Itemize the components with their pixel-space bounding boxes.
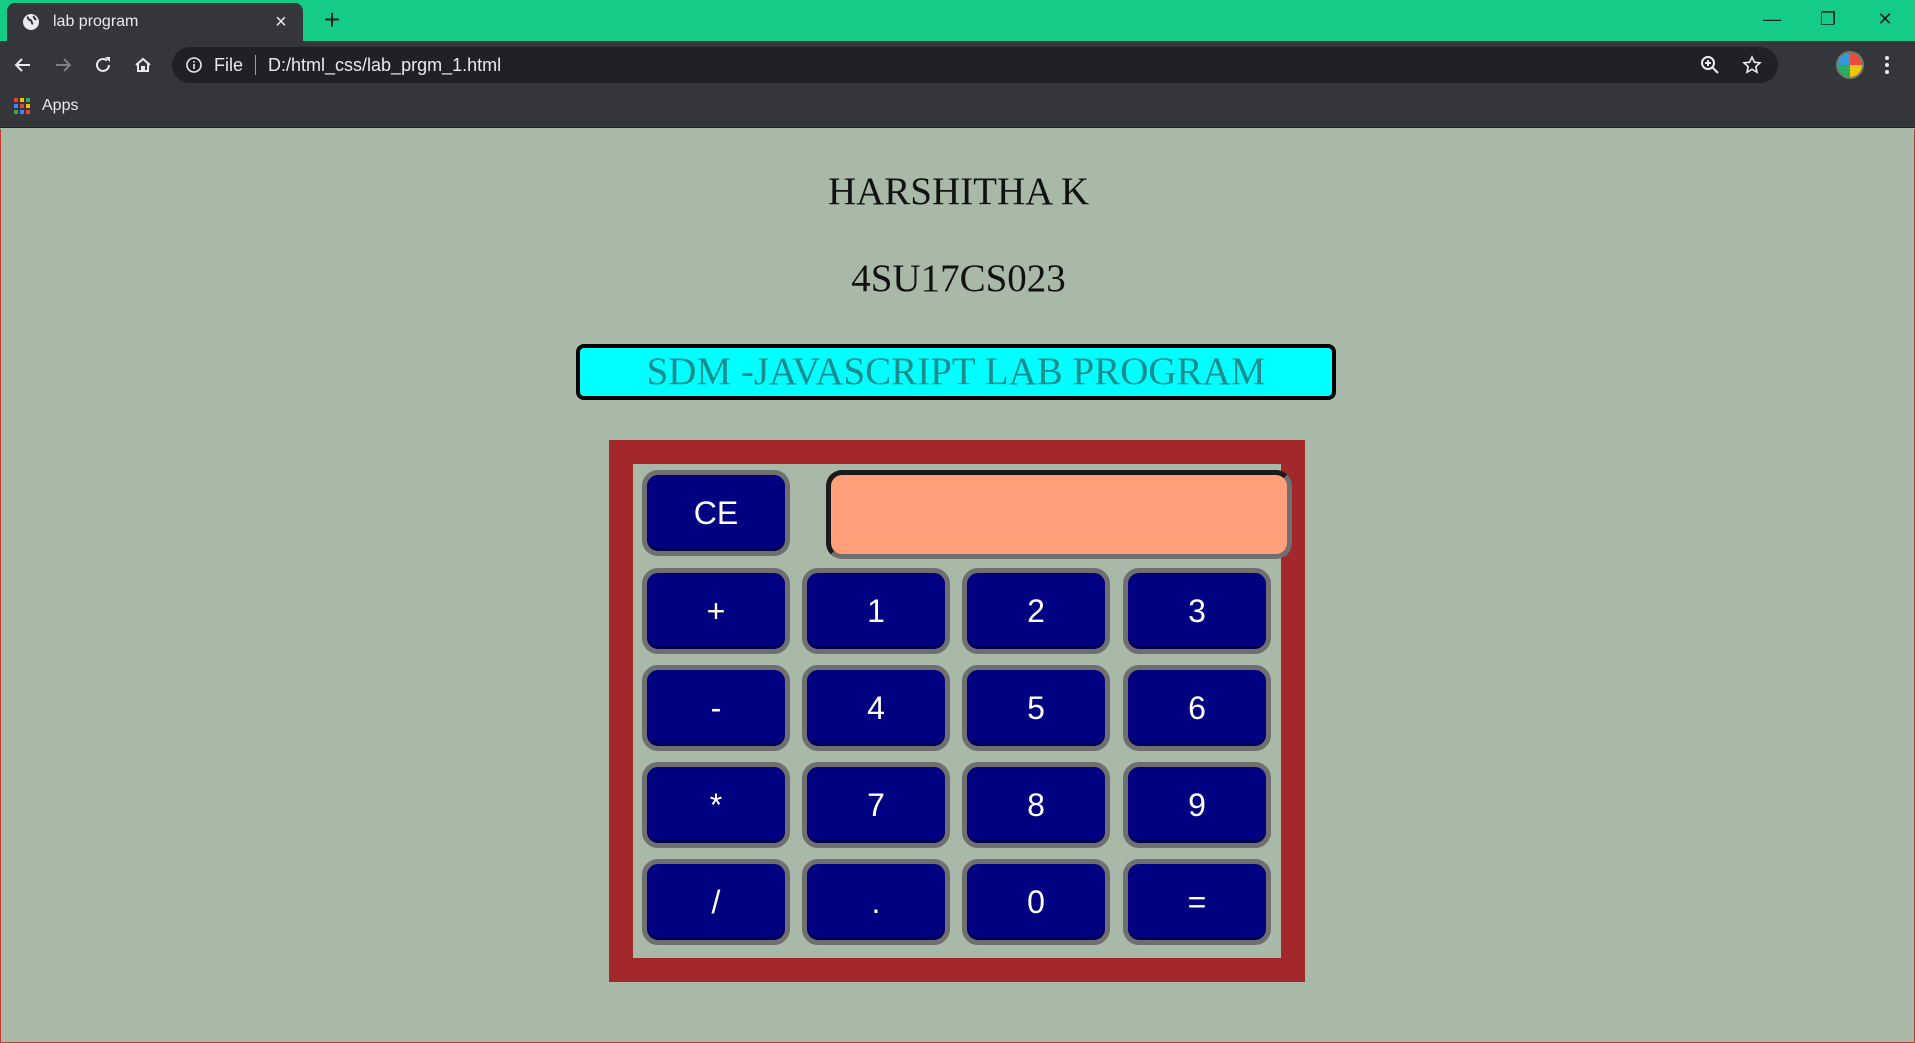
digit-4-button[interactable]: 4 — [802, 665, 950, 751]
apps-dot — [20, 110, 24, 114]
decimal-point-button[interactable]: . — [802, 859, 950, 945]
close-window-button[interactable]: ✕ — [1857, 0, 1913, 38]
apps-dot — [20, 98, 24, 102]
zoom-icon[interactable] — [1700, 55, 1720, 75]
digit-3-button[interactable]: 3 — [1123, 568, 1271, 654]
student-usn: 4SU17CS023 — [851, 257, 1066, 300]
apps-dot — [20, 104, 24, 108]
apps-dot — [26, 104, 30, 108]
apps-grid-icon — [14, 98, 30, 114]
digit-2-button[interactable]: 2 — [962, 568, 1110, 654]
back-arrow-icon[interactable] — [8, 50, 38, 80]
home-icon[interactable] — [128, 50, 158, 80]
apps-dot — [14, 98, 18, 102]
tab-title: lab program — [53, 13, 139, 30]
tab-close-icon[interactable]: × — [269, 10, 293, 34]
browser-titlebar: lab program × + — ❐ ✕ — [0, 0, 1915, 41]
digit-5-button[interactable]: 5 — [962, 665, 1110, 751]
equals-button[interactable]: = — [1123, 859, 1271, 945]
apps-label: Apps — [42, 97, 79, 114]
page-content: HARSHITHA K 4SU17CS023 SDM -JAVASCRIPT L… — [0, 129, 1915, 1043]
browser-toolbar: File D:/html_css/lab_prgm_1.html — [0, 41, 1915, 88]
clear-button[interactable]: CE — [642, 470, 790, 556]
digit-9-button[interactable]: 9 — [1123, 762, 1271, 848]
profile-avatar[interactable] — [1836, 51, 1864, 79]
digit-6-button[interactable]: 6 — [1123, 665, 1271, 751]
address-separator — [255, 55, 257, 75]
globe-icon — [21, 12, 41, 32]
address-url[interactable]: D:/html_css/lab_prgm_1.html — [268, 55, 1700, 76]
apps-dot — [26, 98, 30, 102]
plus-button[interactable]: + — [642, 568, 790, 654]
program-banner: SDM -JAVASCRIPT LAB PROGRAM — [576, 344, 1336, 400]
minimize-button[interactable]: — — [1744, 0, 1800, 38]
address-bar[interactable]: File D:/html_css/lab_prgm_1.html — [172, 47, 1778, 83]
apps-shortcut[interactable]: Apps — [14, 97, 78, 115]
restore-button[interactable]: ❐ — [1800, 0, 1856, 38]
digit-8-button[interactable]: 8 — [962, 762, 1110, 848]
student-name: HARSHITHA K — [827, 170, 1090, 213]
apps-dot — [26, 110, 30, 114]
address-scheme: File — [214, 54, 244, 75]
browser-tab[interactable]: lab program × — [7, 3, 303, 41]
minus-button[interactable]: - — [642, 665, 790, 751]
star-icon[interactable] — [1742, 55, 1762, 75]
digit-0-button[interactable]: 0 — [962, 859, 1110, 945]
menu-dots-icon[interactable] — [1872, 50, 1902, 80]
calculator-display[interactable] — [826, 470, 1292, 559]
calculator-grid: CE + 1 2 3 - 4 5 6 * 7 8 9 / . 0 = — [633, 464, 1292, 958]
reload-icon[interactable] — [88, 50, 118, 80]
new-tab-button[interactable]: + — [318, 6, 346, 35]
calculator-frame: CE + 1 2 3 - 4 5 6 * 7 8 9 / . 0 = — [609, 440, 1305, 982]
digit-1-button[interactable]: 1 — [802, 568, 950, 654]
digit-7-button[interactable]: 7 — [802, 762, 950, 848]
info-icon[interactable] — [184, 55, 204, 75]
bookmarks-bar: Apps — [0, 88, 1915, 128]
apps-dot — [14, 110, 18, 114]
forward-arrow-icon[interactable] — [48, 50, 78, 80]
apps-dot — [14, 104, 18, 108]
multiply-button[interactable]: * — [642, 762, 790, 848]
divide-button[interactable]: / — [642, 859, 790, 945]
